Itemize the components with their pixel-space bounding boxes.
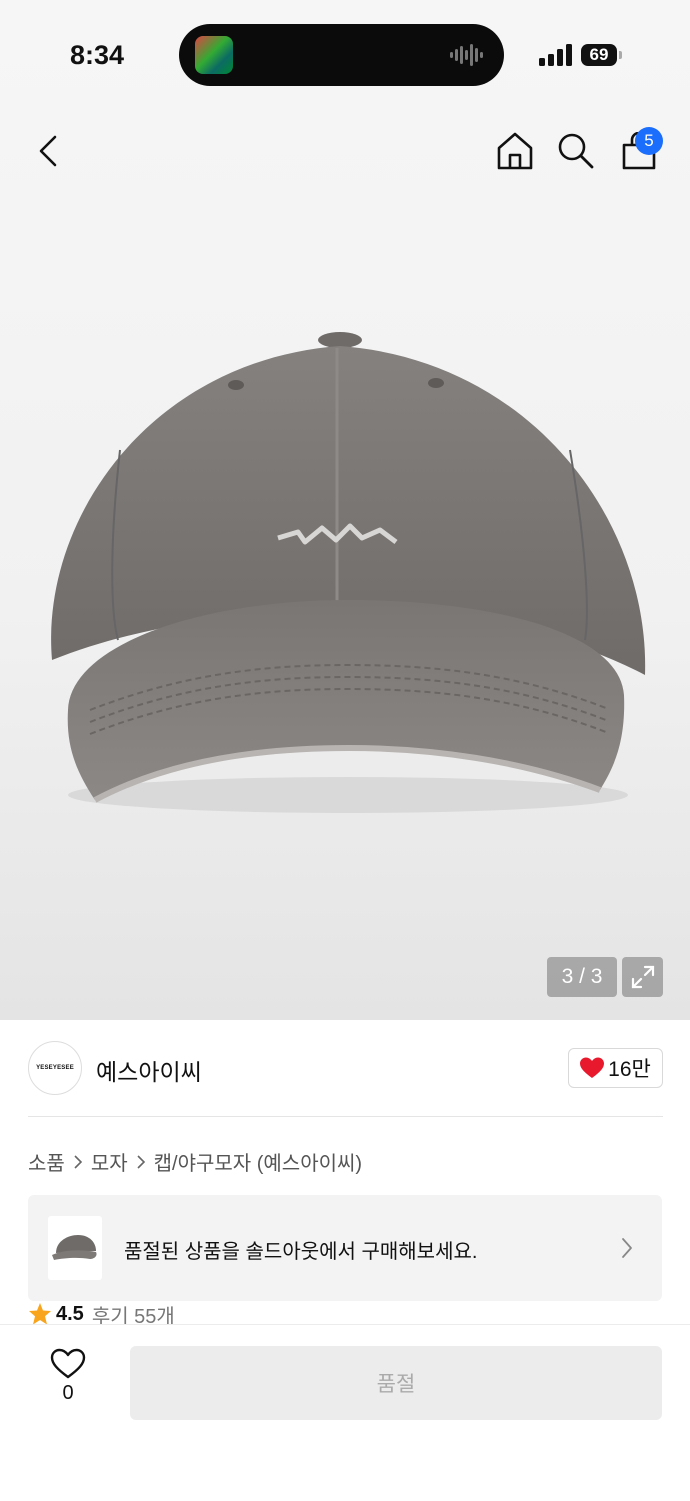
now-playing-album-art (195, 36, 233, 74)
product-image-gallery[interactable]: 8:34 69 5 3 / 3 (0, 0, 690, 1020)
battery-nub (619, 51, 622, 59)
expand-icon (631, 965, 654, 989)
search-icon (558, 133, 594, 169)
back-button[interactable] (26, 129, 70, 173)
search-button[interactable] (554, 129, 598, 173)
status-bar: 8:34 69 (0, 0, 690, 100)
breadcrumb: 소품 모자 캡/야구모자 (예스아이씨) (28, 1147, 362, 1176)
brand-name[interactable]: 예스아이씨 (96, 1053, 202, 1087)
breadcrumb-item[interactable]: 캡/야구모자 (예스아이씨) (154, 1147, 362, 1176)
brand-logo[interactable]: YESEYESEE (28, 1041, 82, 1095)
wishlist-button[interactable]: 0 (40, 1348, 96, 1405)
brand-like-button[interactable]: 16만 (568, 1048, 663, 1088)
chevron-left-icon (39, 135, 57, 167)
heart-filled-icon (580, 1057, 605, 1078)
wishlist-count: 0 (62, 1382, 74, 1404)
chevron-right-icon (622, 1238, 632, 1258)
cellular-signal-icon (539, 44, 572, 66)
section-divider (28, 1116, 663, 1117)
star-icon (29, 1303, 51, 1325)
audio-waveform-icon (450, 44, 483, 66)
brand-logo-text: YESEYESEE (36, 1065, 74, 1071)
chevron-right-icon (136, 1154, 146, 1169)
gallery-counter: 3 / 3 (547, 957, 617, 997)
dynamic-island[interactable] (179, 24, 504, 86)
fullscreen-button[interactable] (622, 957, 663, 997)
breadcrumb-item[interactable]: 소품 (28, 1147, 65, 1176)
brand-like-count: 16만 (608, 1058, 651, 1081)
soldout-button[interactable]: 품절 (130, 1346, 662, 1420)
home-icon (497, 132, 533, 170)
breadcrumb-item[interactable]: 모자 (91, 1147, 128, 1176)
banner-product-thumbnail (48, 1216, 102, 1280)
cart-count-badge: 5 (635, 127, 663, 155)
battery-indicator: 69 (581, 44, 617, 66)
product-cap-image (51, 332, 646, 813)
rating-score: 4.5 (56, 1302, 84, 1325)
heart-outline-icon (50, 1348, 86, 1379)
home-button[interactable] (493, 129, 537, 173)
status-time: 8:34 (70, 40, 125, 70)
chevron-right-icon (73, 1154, 83, 1169)
soldout-banner-text: 품절된 상품을 솔드아웃에서 구매해보세요. (124, 1241, 478, 1263)
soldout-banner[interactable]: 품절된 상품을 솔드아웃에서 구매해보세요. (28, 1195, 662, 1301)
